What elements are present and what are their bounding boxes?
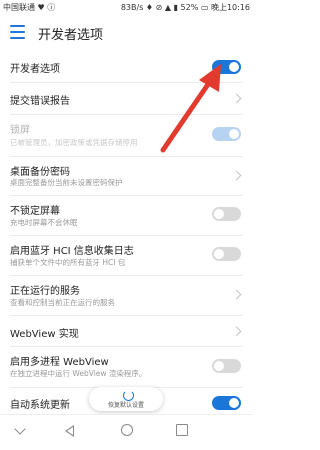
home-icon[interactable] xyxy=(121,424,133,436)
hide-nav-icon[interactable] xyxy=(14,423,26,435)
navigation-bar xyxy=(0,414,253,450)
annotation-arrow xyxy=(160,64,221,153)
recent-apps-icon[interactable] xyxy=(176,424,188,436)
back-icon[interactable] xyxy=(65,425,74,437)
